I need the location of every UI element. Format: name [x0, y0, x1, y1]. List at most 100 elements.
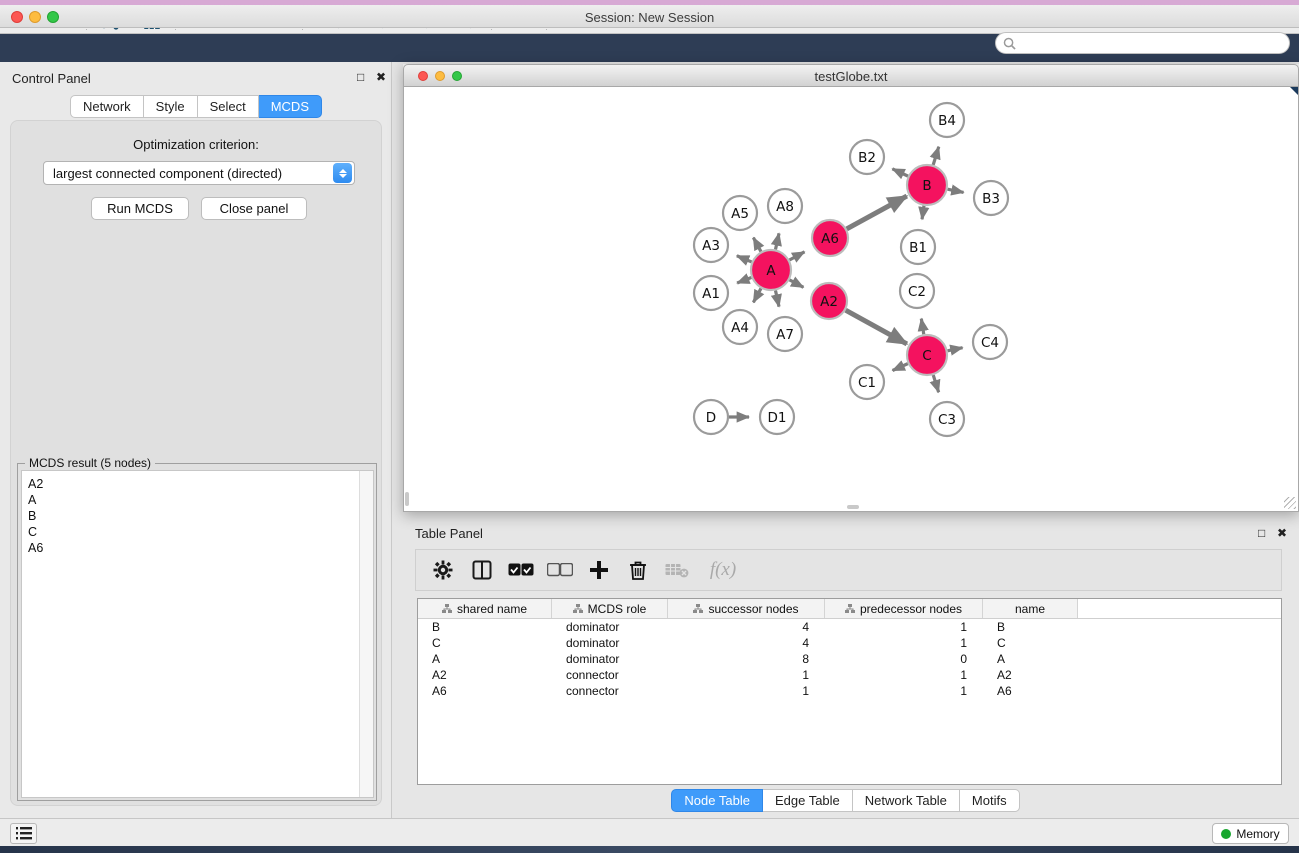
table-cell[interactable]: A [418, 651, 552, 667]
edge-A-A5[interactable] [753, 238, 761, 252]
tab-select[interactable]: Select [198, 95, 259, 118]
table-cell[interactable]: C [418, 635, 552, 651]
table-cell[interactable]: connector [552, 683, 668, 699]
column-header-name[interactable]: name [983, 599, 1078, 618]
table-cell[interactable]: 1 [825, 635, 983, 651]
float-panel-icon[interactable]: □ [357, 70, 364, 84]
criterion-select[interactable]: largest connected component (directed) [43, 161, 355, 185]
table-cell[interactable]: A6 [983, 683, 1078, 699]
network-window-titlebar[interactable]: testGlobe.txt [403, 64, 1299, 87]
edge-A-A7[interactable] [775, 291, 779, 307]
float-table-panel-icon[interactable]: □ [1258, 526, 1265, 540]
edge-C-C4[interactable] [948, 348, 963, 351]
edge-B-B3[interactable] [948, 189, 964, 192]
table-cell[interactable]: C [983, 635, 1078, 651]
table-body[interactable]: Bdominator41BCdominator41CAdominator80AA… [418, 619, 1281, 699]
close-panel-icon[interactable]: ✖ [376, 70, 386, 84]
table-row[interactable]: A6connector11A6 [418, 683, 1281, 699]
edge-A2-C[interactable] [846, 310, 907, 344]
table-cell[interactable]: A2 [418, 667, 552, 683]
mcds-result-item[interactable]: A6 [28, 540, 373, 556]
edge-C-C3[interactable] [933, 375, 938, 392]
table-cell[interactable]: 1 [668, 683, 825, 699]
memory-button[interactable]: Memory [1212, 823, 1289, 844]
mcds-result-item[interactable]: B [28, 508, 373, 524]
node-label-C: C [922, 348, 931, 364]
search-box[interactable] [995, 32, 1290, 54]
table-cell[interactable]: B [418, 619, 552, 635]
mcds-result-list[interactable]: A2ABCA6 [21, 470, 374, 798]
table-panel-tabs: Node TableEdge TableNetwork TableMotifs [392, 789, 1299, 812]
scrollbar[interactable] [359, 471, 373, 797]
close-table-panel-icon[interactable]: ✖ [1277, 526, 1287, 540]
delete-column-icon[interactable] [623, 555, 653, 585]
table-cell[interactable]: A6 [418, 683, 552, 699]
vertical-scrollbar-thumb[interactable] [405, 492, 409, 506]
edge-A-A6[interactable] [789, 252, 804, 260]
table-cell[interactable]: 1 [668, 667, 825, 683]
table-cell[interactable]: dominator [552, 651, 668, 667]
table-row[interactable]: Adominator80A [418, 651, 1281, 667]
edge-A-A3[interactable] [737, 256, 752, 262]
table-cell[interactable]: 8 [668, 651, 825, 667]
edge-A-A8[interactable] [775, 233, 779, 249]
column-header-shared-name[interactable]: shared name [418, 599, 552, 618]
select-all-checkboxes-icon[interactable] [506, 555, 536, 585]
horizontal-scrollbar-thumb[interactable] [847, 505, 859, 509]
mcds-result-item[interactable]: A2 [28, 476, 373, 492]
mcds-result-item[interactable]: A [28, 492, 373, 508]
tab-network[interactable]: Network [70, 95, 144, 118]
show-task-history-button[interactable] [10, 823, 37, 844]
table-cell[interactable]: 1 [825, 619, 983, 635]
table-cell[interactable]: A2 [983, 667, 1078, 683]
edge-B-B1[interactable] [922, 206, 924, 220]
close-panel-button[interactable]: Close panel [201, 197, 307, 220]
tab-edge-table[interactable]: Edge Table [763, 789, 853, 812]
edge-B-B4[interactable] [933, 147, 939, 165]
node-table[interactable]: shared nameMCDS rolesuccessor nodesprede… [417, 598, 1282, 785]
column-layout-icon[interactable] [467, 555, 497, 585]
tab-mcds[interactable]: MCDS [259, 95, 322, 118]
search-input[interactable] [1016, 36, 1266, 50]
column-type-icon [845, 604, 855, 614]
run-mcds-button[interactable]: Run MCDS [91, 197, 189, 220]
edge-A-A1[interactable] [737, 278, 751, 283]
table-cell[interactable]: 4 [668, 635, 825, 651]
mcds-result-item[interactable]: C [28, 524, 373, 540]
window-titlebar[interactable]: Session: New Session [0, 5, 1299, 28]
table-cell[interactable]: 0 [825, 651, 983, 667]
column-header-predecessor-nodes[interactable]: predecessor nodes [825, 599, 983, 618]
tab-node-table[interactable]: Node Table [671, 789, 763, 812]
node-label-B1: B1 [909, 240, 927, 256]
table-cell[interactable]: dominator [552, 635, 668, 651]
table-cell[interactable]: dominator [552, 619, 668, 635]
column-header-successor-nodes[interactable]: successor nodes [668, 599, 825, 618]
tab-style[interactable]: Style [144, 95, 198, 118]
settings-icon[interactable] [428, 555, 458, 585]
table-cell[interactable]: 1 [825, 667, 983, 683]
tab-motifs[interactable]: Motifs [960, 789, 1020, 812]
table-cell[interactable]: 1 [825, 683, 983, 699]
edge-C-C1[interactable] [893, 364, 908, 371]
network-canvas[interactable]: B4B2BB3A5A8A6A3B1AA1C2A2A4A7C4CC1C3DD1 [403, 87, 1299, 512]
add-column-icon[interactable] [584, 555, 614, 585]
edge-A-A4[interactable] [753, 288, 761, 302]
edge-C-C2[interactable] [921, 319, 923, 335]
network-graph[interactable]: B4B2BB3A5A8A6A3B1AA1C2A2A4A7C4CC1C3DD1 [404, 87, 1298, 510]
column-header-MCDS-role[interactable]: MCDS role [552, 599, 668, 618]
table-cell[interactable]: 4 [668, 619, 825, 635]
table-cell[interactable]: A [983, 651, 1078, 667]
edge-A-A2[interactable] [790, 280, 804, 287]
table-row[interactable]: Bdominator41B [418, 619, 1281, 635]
table-cell[interactable]: connector [552, 667, 668, 683]
tab-network-table[interactable]: Network Table [853, 789, 960, 812]
delete-table-icon[interactable] [662, 555, 692, 585]
edge-B-B2[interactable] [892, 169, 908, 176]
deselect-all-checkboxes-icon[interactable] [545, 555, 575, 585]
resize-grip[interactable] [1284, 497, 1296, 509]
edge-A6-B[interactable] [847, 196, 907, 229]
table-cell[interactable]: B [983, 619, 1078, 635]
table-row[interactable]: A2connector11A2 [418, 667, 1281, 683]
table-row[interactable]: Cdominator41C [418, 635, 1281, 651]
network-view-window[interactable]: testGlobe.txt B4B2BB3A5A8A6A3B1AA1C2A2A4… [403, 64, 1299, 512]
